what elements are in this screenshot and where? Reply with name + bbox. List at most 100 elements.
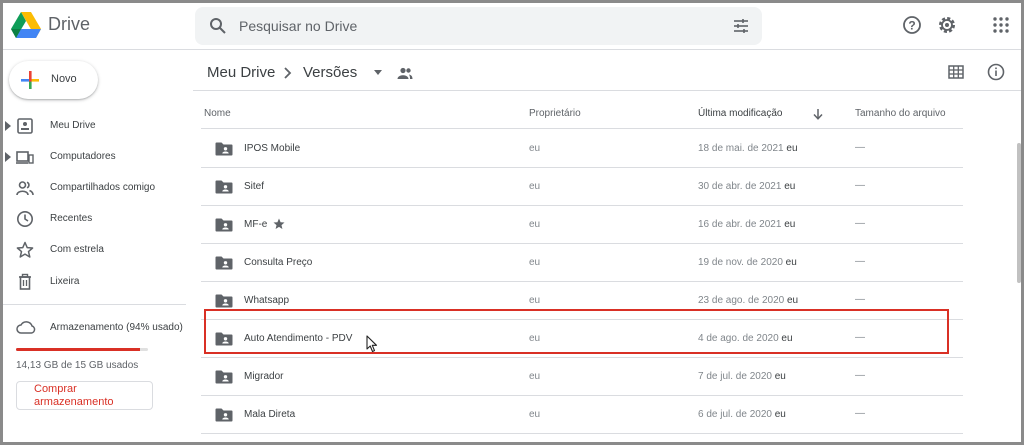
file-modified-by: eu bbox=[774, 371, 786, 382]
filter-icon[interactable] bbox=[732, 17, 750, 35]
file-row[interactable]: Consulta Preço eu 19 de nov. de 2020 eu — bbox=[201, 244, 963, 282]
highlight-box bbox=[204, 309, 949, 354]
file-modified-date: 16 de abr. de 2021 bbox=[698, 219, 782, 230]
file-name[interactable]: Consulta Preço bbox=[244, 257, 312, 268]
column-headers: Nome Proprietário Última modificação Tam… bbox=[193, 106, 963, 130]
file-size: — bbox=[855, 142, 865, 153]
file-owner: eu bbox=[529, 409, 541, 420]
grid-view-icon[interactable] bbox=[948, 65, 964, 79]
file-size: — bbox=[855, 256, 865, 267]
new-button[interactable]: Novo bbox=[9, 61, 98, 99]
settings-icon[interactable] bbox=[936, 14, 958, 36]
file-modified-by: eu bbox=[786, 143, 798, 154]
file-name[interactable]: MF-e bbox=[244, 219, 267, 230]
chevron-right-icon bbox=[284, 67, 292, 79]
sidebar-item-label: Computadores bbox=[50, 151, 116, 162]
dropdown-arrow-icon[interactable] bbox=[374, 70, 382, 76]
toolbar-divider bbox=[193, 90, 1021, 91]
clock-icon bbox=[17, 211, 33, 227]
file-size: — bbox=[855, 408, 865, 419]
starred-icon bbox=[273, 218, 285, 229]
my-drive-icon bbox=[17, 118, 33, 134]
storage-label: Armazenamento (94% usado) bbox=[50, 322, 183, 333]
file-row[interactable]: MF-e eu 16 de abr. de 2021 eu — bbox=[201, 206, 963, 244]
svg-text:?: ? bbox=[908, 19, 915, 33]
file-row[interactable]: Migrador eu 7 de jul. de 2020 eu — bbox=[201, 358, 963, 396]
drive-window: Drive ? bbox=[3, 3, 1021, 442]
file-size: — bbox=[855, 370, 865, 381]
search-bar[interactable] bbox=[195, 7, 762, 45]
header-divider bbox=[201, 128, 963, 129]
file-owner: eu bbox=[529, 257, 541, 268]
column-header-size[interactable]: Tamanho do arquivo bbox=[855, 108, 946, 119]
file-name[interactable]: Migrador bbox=[244, 371, 283, 382]
file-name[interactable]: Whatsapp bbox=[244, 295, 289, 306]
file-modified: 16 de abr. de 2021 eu bbox=[698, 219, 795, 230]
shared-folder-icon bbox=[215, 294, 233, 308]
help-icon[interactable]: ? bbox=[902, 15, 922, 35]
sidebar-item-trash[interactable]: Lixeira bbox=[3, 268, 193, 296]
file-owner: eu bbox=[529, 181, 541, 192]
file-modified: 18 de mai. de 2021 eu bbox=[698, 143, 798, 154]
file-owner: eu bbox=[529, 371, 541, 382]
buy-storage-label: Comprar armazenamento bbox=[34, 383, 114, 408]
expand-caret-icon[interactable] bbox=[5, 152, 11, 162]
sidebar-item-computers[interactable]: Computadores bbox=[3, 143, 193, 171]
sidebar-item-my-drive[interactable]: Meu Drive bbox=[3, 112, 193, 140]
file-modified-by: eu bbox=[784, 219, 796, 230]
column-header-name[interactable]: Nome bbox=[204, 108, 231, 119]
buy-storage-button[interactable]: Comprar armazenamento bbox=[16, 381, 153, 410]
expand-caret-icon[interactable] bbox=[5, 121, 11, 131]
storage-usage-bar bbox=[16, 348, 148, 351]
file-modified-date: 19 de nov. de 2020 bbox=[698, 257, 783, 268]
sidebar-item-storage[interactable]: Armazenamento (94% usado) bbox=[3, 314, 193, 340]
file-row[interactable]: Sitef eu 30 de abr. de 2021 eu — bbox=[201, 168, 963, 206]
apps-icon[interactable] bbox=[993, 17, 1009, 33]
file-modified-date: 18 de mai. de 2021 bbox=[698, 143, 784, 154]
file-name[interactable]: Mala Direta bbox=[244, 409, 295, 420]
mouse-cursor-icon bbox=[366, 335, 378, 353]
shared-folder-icon bbox=[215, 370, 233, 384]
sidebar-item-label: Lixeira bbox=[50, 276, 80, 287]
file-modified-date: 7 de jul. de 2020 bbox=[698, 371, 772, 382]
sidebar-item-label: Com estrela bbox=[50, 244, 104, 255]
file-row[interactable]: Mala Direta eu 6 de jul. de 2020 eu — bbox=[201, 396, 963, 434]
sort-arrow-down-icon[interactable] bbox=[813, 108, 823, 120]
sidebar-item-label: Compartilhados comigo bbox=[50, 182, 156, 193]
sidebar-item-starred[interactable]: Com estrela bbox=[3, 236, 193, 264]
sidebar-item-shared[interactable]: Compartilhados comigo bbox=[3, 174, 193, 202]
shared-folder-icon bbox=[215, 142, 233, 156]
computers-icon bbox=[16, 151, 34, 164]
search-input[interactable] bbox=[239, 7, 689, 45]
drive-logo-icon[interactable] bbox=[11, 12, 41, 38]
file-modified: 23 de ago. de 2020 eu bbox=[698, 295, 798, 306]
column-header-modified[interactable]: Última modificação bbox=[698, 108, 782, 119]
file-name[interactable]: Sitef bbox=[244, 181, 264, 192]
plus-icon bbox=[21, 71, 39, 89]
shared-folder-icon bbox=[215, 218, 233, 232]
breadcrumb-current[interactable]: Versões bbox=[303, 64, 357, 81]
file-modified-date: 30 de abr. de 2021 bbox=[698, 181, 782, 192]
shared-folder-icon bbox=[215, 408, 233, 422]
file-size: — bbox=[855, 294, 865, 305]
file-row[interactable]: IPOS Mobile eu 18 de mai. de 2021 eu — bbox=[201, 130, 963, 168]
breadcrumb-root[interactable]: Meu Drive bbox=[207, 64, 275, 81]
file-size: — bbox=[855, 180, 865, 191]
scrollbar[interactable] bbox=[1017, 143, 1021, 283]
cloud-icon bbox=[16, 321, 36, 334]
storage-usage-text: 14,13 GB de 15 GB usados bbox=[16, 360, 139, 371]
file-modified-by: eu bbox=[784, 181, 796, 192]
search-icon[interactable] bbox=[209, 17, 227, 35]
file-owner: eu bbox=[529, 143, 541, 154]
file-modified: 6 de jul. de 2020 eu bbox=[698, 409, 786, 420]
column-header-owner[interactable]: Proprietário bbox=[529, 108, 581, 119]
sidebar-item-recent[interactable]: Recentes bbox=[3, 205, 193, 233]
top-bar: Drive ? bbox=[3, 3, 1021, 50]
shared-icon bbox=[16, 181, 34, 196]
shared-folder-icon bbox=[397, 67, 413, 79]
storage-usage-fill bbox=[16, 348, 141, 351]
info-icon[interactable] bbox=[987, 63, 1005, 81]
file-owner: eu bbox=[529, 219, 541, 230]
file-name[interactable]: IPOS Mobile bbox=[244, 143, 300, 154]
file-size: — bbox=[855, 218, 865, 229]
